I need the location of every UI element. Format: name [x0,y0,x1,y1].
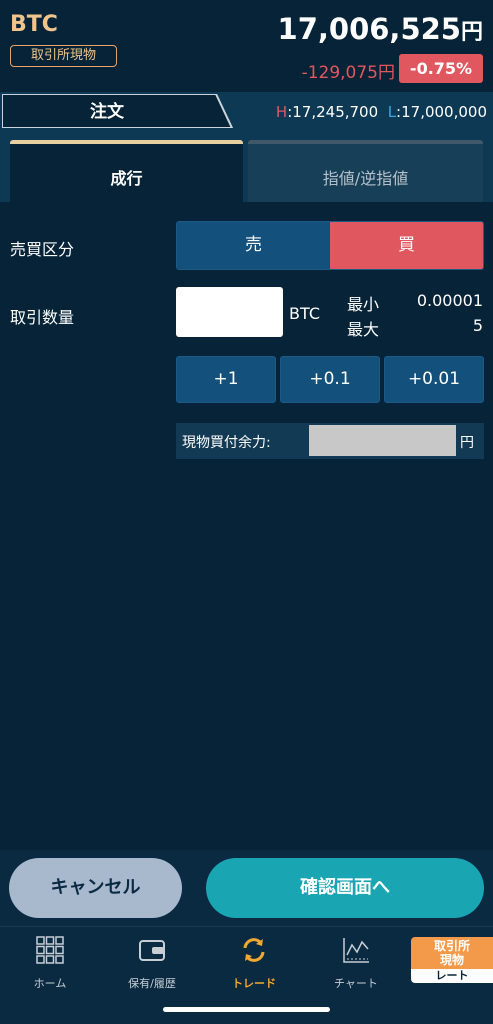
tab-limit-order[interactable]: 指値/逆指値 [248,140,483,202]
buy-button[interactable]: 買 [330,222,483,269]
nav-chart-label: チャート [334,977,378,990]
grid-icon [36,936,64,964]
step-plus-1-button[interactable]: +1 [176,356,276,403]
max-value: 5 [472,316,483,335]
market-badge: 取引所現物 [10,45,117,67]
min-value: 0.00001 [416,291,483,310]
price: 17,006,525円 [278,12,483,46]
order-type-tabs: 成行 指値/逆指値 [0,130,493,202]
price-change: -129,075円 [301,63,395,83]
side-label: 売買区分 [10,240,75,259]
low-label: L [387,103,397,121]
price-unit: 円 [460,20,483,45]
change-pct-badge: -0.75% [399,54,483,83]
min-label: 最小 [347,295,380,314]
header: BTC 取引所現物 17,006,525円 -129,075円 -0.75% [0,0,493,92]
qty-label: 取引数量 [10,308,75,327]
nav-home-label: ホーム [33,977,67,990]
home-indicator [163,1007,330,1012]
rate-button[interactable]: 取引所 現物 レート [411,937,493,983]
nav-holdings-label: 保有/履歴 [128,977,176,990]
max-label: 最大 [347,320,380,339]
rate-top-line2: 現物 [439,953,464,967]
rate-top-line1: 取引所 [433,939,470,953]
available-unit: 円 [460,435,474,451]
nav-trade[interactable]: トレード [205,935,303,990]
high-label: H [275,103,288,121]
price-value: 17,006,525 [277,12,461,46]
qty-unit: BTC [289,304,320,323]
nav-chart[interactable]: チャート [307,935,405,990]
refresh-icon [243,938,265,962]
high-value: 17,245,700 [292,103,379,121]
chart-icon [343,938,369,963]
quantity-input[interactable] [176,287,283,337]
symbol: BTC [10,12,58,37]
tab-market-order[interactable]: 成行 [10,140,243,202]
low-value: 17,000,000 [401,103,487,121]
order-tab-label: 注文 [90,102,124,122]
side-selector: 売 買 [176,221,484,270]
confirm-button[interactable]: 確認画面へ [206,858,484,918]
order-bar: 注文 H:17,245,700 L:17,000,000 [0,92,493,130]
high-low: H:17,245,700 L:17,000,000 [275,103,487,121]
step-plus-0-01-button[interactable]: +0.01 [384,356,484,403]
available-value-masked [309,425,456,456]
wallet-icon [139,940,165,961]
nav-trade-label: トレード [232,977,276,990]
nav-home[interactable]: ホーム [1,935,99,990]
step-plus-0-1-button[interactable]: +0.1 [280,356,380,403]
rate-button-top: 取引所 現物 [411,937,493,969]
cancel-button[interactable]: キャンセル [9,858,182,918]
sell-button[interactable]: 売 [177,222,330,269]
action-bar: キャンセル 確認画面へ [0,850,493,926]
available-label: 現物買付余力: [182,435,271,451]
rate-button-bottom: レート [411,969,493,983]
order-form: 売買区分 売 買 取引数量 BTC 最小 0.00001 最大 5 +1 +0.… [0,202,493,850]
available-balance: 現物買付余力: 円 [176,423,484,459]
nav-holdings[interactable]: 保有/履歴 [103,935,201,990]
order-tab[interactable]: 注文 [2,94,234,128]
